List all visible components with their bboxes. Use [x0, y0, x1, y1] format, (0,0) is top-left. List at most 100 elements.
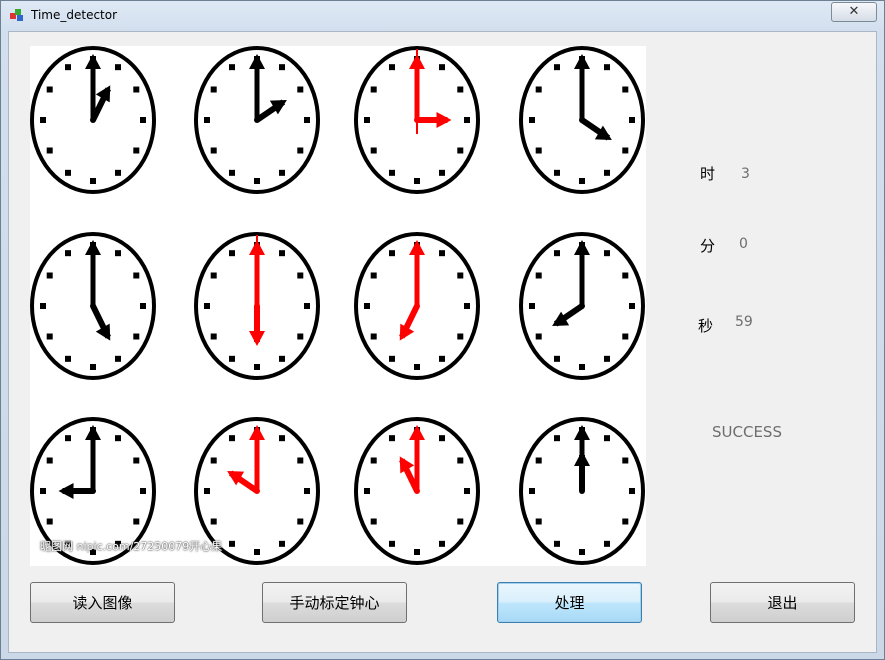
- hour-tick: [622, 457, 629, 464]
- hour-tick: [204, 303, 210, 309]
- hour-tick: [279, 355, 285, 362]
- hour-tick: [604, 355, 610, 362]
- clock-face: [519, 232, 645, 380]
- hour-tick: [529, 488, 535, 494]
- dialog-client-area: 昵图网 nipic.com/27250079开心果 时 3 分 0 秒 59 S…: [8, 31, 877, 653]
- hour-tick: [279, 169, 285, 176]
- hour-tick: [554, 169, 560, 176]
- hour-tick: [65, 355, 71, 362]
- hour-tick: [140, 303, 146, 309]
- hour-tick: [604, 540, 610, 547]
- close-button[interactable]: ✕: [831, 2, 877, 22]
- hour-tick: [133, 333, 140, 340]
- hour-tick: [622, 147, 629, 154]
- hour-tick: [210, 272, 217, 279]
- hour-tick: [364, 303, 370, 309]
- hour-tick: [115, 355, 121, 362]
- clock-center: [414, 117, 420, 123]
- hour-tick: [464, 117, 470, 123]
- hour-tick: [115, 435, 121, 442]
- clock-face: [519, 417, 645, 565]
- hour-tick: [297, 333, 304, 340]
- calibrate-center-button[interactable]: 手动标定钟心: [262, 582, 407, 623]
- hour-tick: [439, 64, 445, 71]
- hour-tick: [535, 333, 542, 340]
- clock-face: [30, 46, 156, 194]
- minute-value: 0: [739, 236, 748, 252]
- hour-tick: [439, 355, 445, 362]
- hour-tick: [554, 540, 560, 547]
- second-value: 59: [735, 314, 753, 330]
- hour-value: 3: [741, 166, 750, 182]
- hour-tick: [254, 178, 260, 184]
- clock-center: [414, 488, 420, 494]
- clock-center: [579, 303, 585, 309]
- hour-tick: [140, 488, 146, 494]
- hour-tick: [229, 435, 235, 442]
- load-image-button[interactable]: 读入图像: [30, 582, 175, 623]
- clock-face: [519, 46, 645, 194]
- hour-tick: [297, 86, 304, 93]
- hour-tick: [229, 250, 235, 257]
- hour-tick: [389, 64, 395, 71]
- hour-tick: [254, 549, 260, 555]
- clock-center: [90, 117, 96, 123]
- hour-tick: [622, 272, 629, 279]
- hour-tick: [40, 117, 46, 123]
- hour-tick: [535, 147, 542, 154]
- hour-tick: [210, 457, 217, 464]
- exit-button[interactable]: 退出: [710, 582, 855, 623]
- hour-tick: [40, 303, 46, 309]
- hour-tick: [370, 518, 377, 525]
- hour-tick: [414, 364, 420, 370]
- hour-tick: [529, 303, 535, 309]
- hour-tick: [389, 435, 395, 442]
- minute-label: 分: [700, 237, 716, 255]
- hour-tick: [622, 333, 629, 340]
- hour-tick: [279, 435, 285, 442]
- hour-tick: [535, 272, 542, 279]
- hour-tick: [370, 333, 377, 340]
- hour-tick: [140, 117, 146, 123]
- hour-tick: [46, 272, 53, 279]
- hour-tick: [210, 86, 217, 93]
- clock-face: [194, 46, 320, 194]
- app-window: Time_detector ✕ 昵图网 nipic.com/27250079开心…: [0, 0, 885, 660]
- title-bar[interactable]: Time_detector ✕: [1, 1, 884, 31]
- hour-tick: [46, 333, 53, 340]
- hour-tick: [604, 169, 610, 176]
- hour-tick: [204, 488, 210, 494]
- clock-face: [354, 417, 480, 565]
- hour-tick: [229, 169, 235, 176]
- hour-tick: [535, 457, 542, 464]
- hour-tick: [297, 518, 304, 525]
- hour-tick: [46, 457, 53, 464]
- hour-tick: [370, 147, 377, 154]
- hour-tick: [46, 86, 53, 93]
- clock-center: [254, 117, 260, 123]
- hour-tick: [370, 272, 377, 279]
- hour-tick: [210, 518, 217, 525]
- hour-tick: [554, 435, 560, 442]
- hour-tick: [46, 518, 53, 525]
- clock-center: [254, 303, 260, 309]
- hour-tick: [40, 488, 46, 494]
- image-display: 昵图网 nipic.com/27250079开心果: [30, 46, 646, 566]
- hour-tick: [439, 250, 445, 257]
- hour-tick: [389, 250, 395, 257]
- clock-center: [414, 303, 420, 309]
- hour-tick: [133, 272, 140, 279]
- hour-tick: [629, 488, 635, 494]
- clock-face: [30, 232, 156, 380]
- close-icon: ✕: [848, 4, 860, 19]
- hour-tick: [90, 178, 96, 184]
- hour-tick: [370, 86, 377, 93]
- image-watermark: 昵图网 nipic.com/27250079开心果: [40, 540, 223, 553]
- hour-tick: [210, 147, 217, 154]
- hour-tick: [464, 303, 470, 309]
- hour-tick: [133, 457, 140, 464]
- clock-face: [194, 232, 320, 380]
- hour-tick: [579, 364, 585, 370]
- hour-tick: [133, 518, 140, 525]
- process-button[interactable]: 处理: [497, 582, 642, 623]
